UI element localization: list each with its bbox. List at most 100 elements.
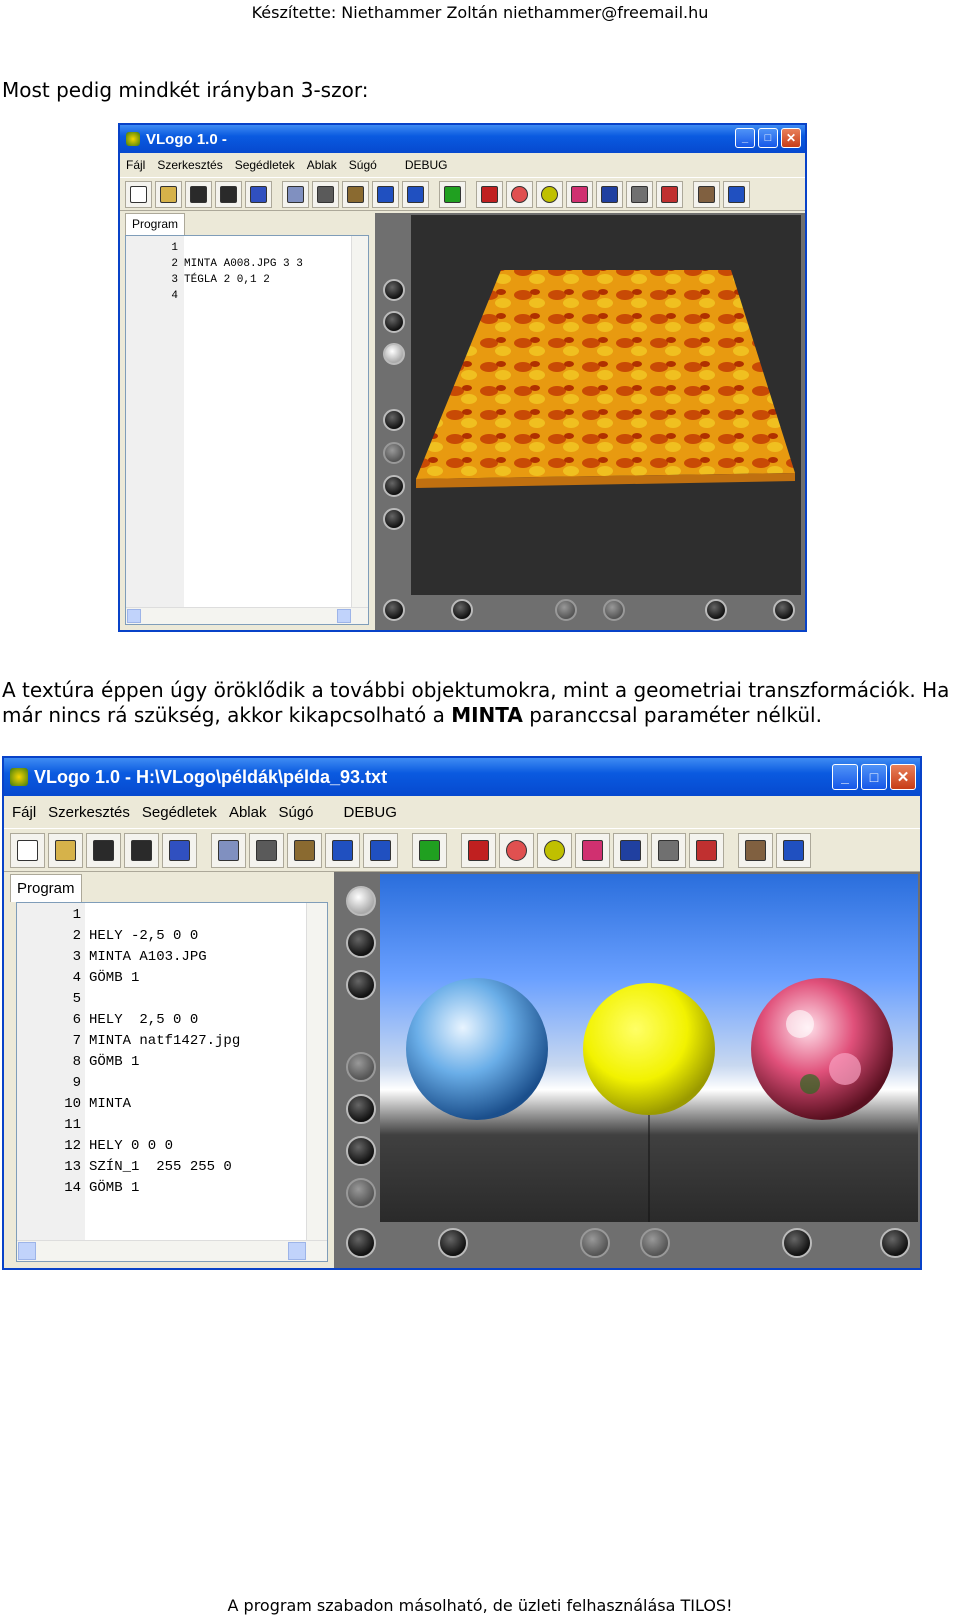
shapes-button[interactable]	[566, 180, 593, 208]
horizontal-scrollbar[interactable]	[126, 607, 368, 624]
save-button[interactable]	[185, 180, 212, 208]
save-all-button[interactable]	[215, 180, 242, 208]
play-button[interactable]	[603, 599, 625, 621]
target-button[interactable]	[383, 599, 405, 621]
code-line[interactable]: MINTA A103.JPG	[89, 947, 207, 968]
code-editor[interactable]: 1 2 MINTA A008.JPG 3 3 3 TÉGLA 2 0,1 2 4	[125, 235, 369, 625]
title-bar[interactable]: VLogo 1.0 - _ □ ✕	[120, 125, 805, 153]
view-button-2[interactable]	[346, 928, 376, 958]
palette-button[interactable]	[499, 832, 534, 868]
keyboard-button[interactable]	[613, 832, 648, 868]
close-button[interactable]: ✕	[890, 764, 916, 790]
tab-program[interactable]: Program	[125, 213, 186, 235]
paste-button[interactable]	[342, 180, 369, 208]
copy-button[interactable]	[211, 832, 246, 868]
menu-debug[interactable]: DEBUG	[405, 158, 448, 172]
reset-button[interactable]	[705, 599, 727, 621]
record-button[interactable]	[438, 1228, 468, 1258]
target-button[interactable]	[346, 1228, 376, 1258]
3d-canvas[interactable]	[411, 215, 801, 595]
cut-button[interactable]	[249, 832, 284, 868]
view-button-1[interactable]	[346, 886, 376, 916]
scroll-right-button[interactable]	[288, 1242, 306, 1260]
code-line[interactable]: GÖMB 1	[89, 968, 139, 989]
printer-button[interactable]	[651, 832, 686, 868]
pan-button[interactable]	[346, 1136, 376, 1166]
menu-file[interactable]: Fájl	[12, 804, 36, 821]
menu-help[interactable]: Súgó	[349, 158, 377, 172]
zoom-button[interactable]	[383, 508, 405, 530]
move-button[interactable]	[346, 1094, 376, 1124]
vertical-scrollbar[interactable]	[351, 236, 368, 624]
refresh-button[interactable]	[776, 832, 811, 868]
run-check-button[interactable]	[412, 832, 447, 868]
ball-button[interactable]	[537, 832, 572, 868]
move-down-button[interactable]	[346, 1052, 376, 1082]
menu-edit[interactable]: Szerkesztés	[157, 158, 222, 172]
code-line[interactable]: MINTA	[89, 1094, 131, 1115]
undo-button[interactable]	[372, 180, 399, 208]
minimize-button[interactable]: _	[735, 128, 755, 148]
zoom-button[interactable]	[346, 1178, 376, 1208]
save-button[interactable]	[86, 832, 121, 868]
palette-button[interactable]	[506, 180, 533, 208]
play-button[interactable]	[640, 1228, 670, 1258]
maximize-button[interactable]: □	[758, 128, 778, 148]
menu-window[interactable]: Ablak	[229, 804, 267, 821]
menu-helpers[interactable]: Segédletek	[235, 158, 295, 172]
tab-program[interactable]: Program	[10, 874, 82, 902]
record-button[interactable]	[451, 599, 473, 621]
title-bar[interactable]: VLogo 1.0 - H:\VLogo\példák\példa_93.txt…	[4, 758, 920, 796]
view-button-1[interactable]	[383, 279, 405, 301]
step-back-button[interactable]	[580, 1228, 610, 1258]
code-line[interactable]: HELY -2,5 0 0	[89, 926, 198, 947]
menu-file[interactable]: Fájl	[126, 158, 145, 172]
step-back-button[interactable]	[555, 599, 577, 621]
pan-button[interactable]	[383, 475, 405, 497]
menu-edit[interactable]: Szerkesztés	[48, 804, 130, 821]
scroll-left-button[interactable]	[18, 1242, 36, 1260]
menu-helpers[interactable]: Segédletek	[142, 804, 217, 821]
refresh-button[interactable]	[723, 180, 750, 208]
grid-button[interactable]	[476, 180, 503, 208]
code-line[interactable]: HELY 0 0 0	[89, 1136, 173, 1157]
move-button[interactable]	[383, 442, 405, 464]
menu-debug[interactable]: DEBUG	[344, 804, 397, 821]
menu-window[interactable]: Ablak	[307, 158, 337, 172]
reset-button[interactable]	[782, 1228, 812, 1258]
close-button[interactable]: ✕	[781, 128, 801, 148]
view-button-3[interactable]	[346, 970, 376, 1000]
copy-button[interactable]	[282, 180, 309, 208]
run-check-button[interactable]	[439, 180, 466, 208]
redo-button[interactable]	[363, 832, 398, 868]
save-as-button[interactable]	[162, 832, 197, 868]
triangle-button[interactable]	[689, 832, 724, 868]
maximize-button[interactable]: □	[861, 764, 887, 790]
menu-help[interactable]: Súgó	[278, 804, 313, 821]
save-as-button[interactable]	[245, 180, 272, 208]
horizontal-scrollbar[interactable]	[17, 1240, 327, 1261]
stop-button[interactable]	[773, 599, 795, 621]
open-button[interactable]	[48, 832, 83, 868]
minimize-button[interactable]: _	[832, 764, 858, 790]
code-line[interactable]: GÖMB 1	[89, 1052, 139, 1073]
new-button[interactable]	[10, 832, 45, 868]
undo-button[interactable]	[325, 832, 360, 868]
stop-button[interactable]	[880, 1228, 910, 1258]
tools-button[interactable]	[738, 832, 773, 868]
view-button-2[interactable]	[383, 311, 405, 333]
tools-button[interactable]	[693, 180, 720, 208]
triangle-button[interactable]	[656, 180, 683, 208]
redo-button[interactable]	[402, 180, 429, 208]
scroll-left-button[interactable]	[127, 609, 141, 623]
vertical-scrollbar[interactable]	[306, 903, 327, 1261]
rotate-button[interactable]	[383, 409, 405, 431]
3d-canvas[interactable]	[380, 874, 918, 1222]
ball-button[interactable]	[536, 180, 563, 208]
code-editor[interactable]: 1 2 HELY -2,5 0 0 3 MINTA A103.JPG 4 GÖMB 156H…	[16, 902, 328, 1262]
shapes-button[interactable]	[575, 832, 610, 868]
cut-button[interactable]	[312, 180, 339, 208]
view-button-3[interactable]	[383, 343, 405, 365]
code-line[interactable]: GÖMB 1	[89, 1178, 139, 1199]
code-line[interactable]: MINTA A008.JPG 3 3	[184, 256, 303, 272]
